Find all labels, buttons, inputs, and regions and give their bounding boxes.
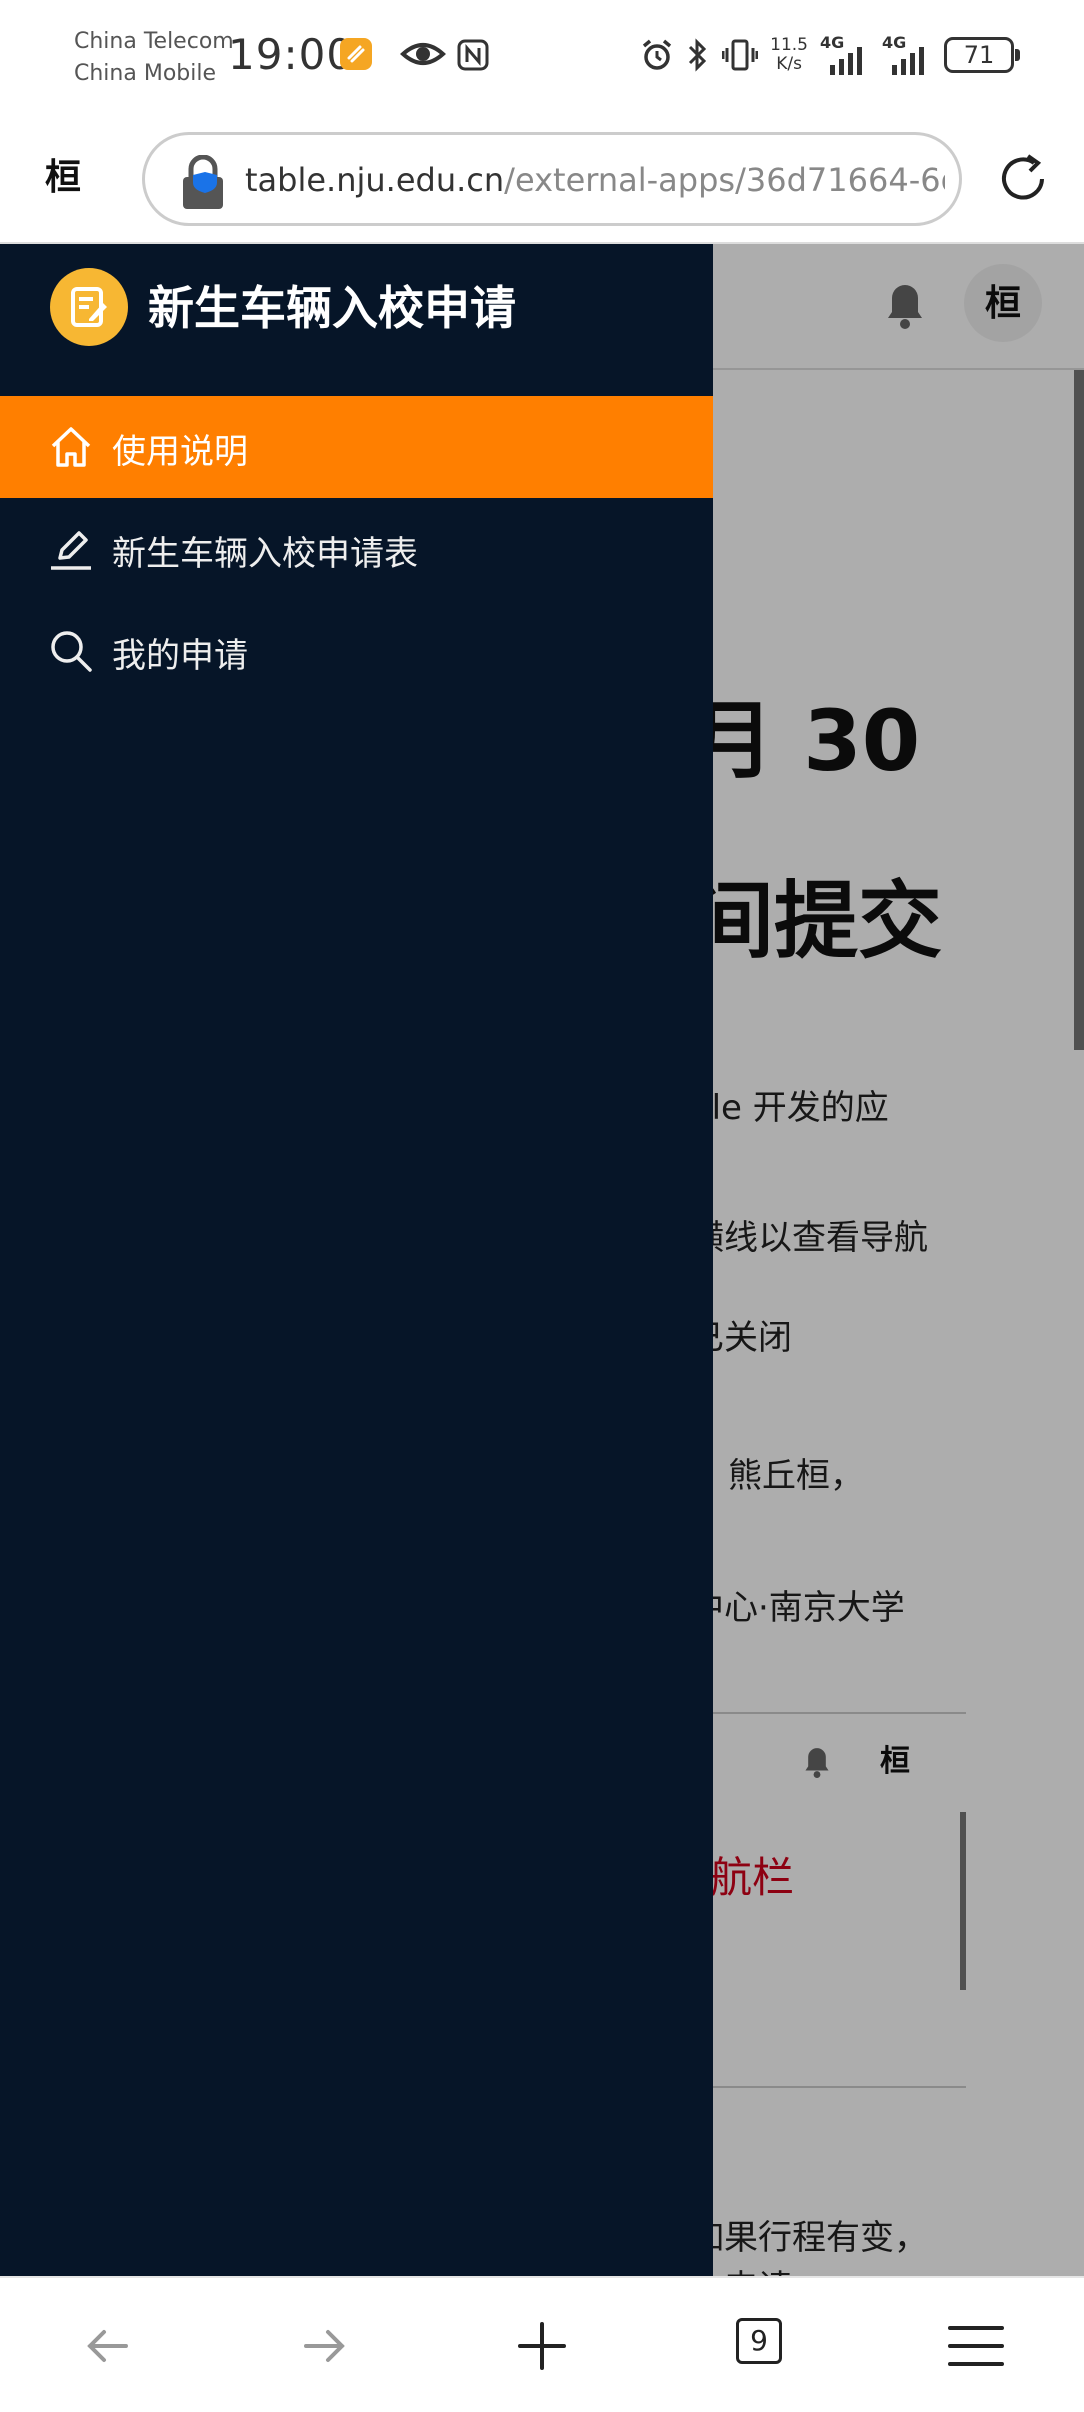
nav-item-label: 新生车辆入校申请表: [112, 534, 418, 574]
nfc-icon: [457, 39, 489, 71]
menu-hamburger-icon[interactable]: [938, 2308, 1014, 2384]
app-logo-icon: [50, 268, 128, 346]
site-favicon[interactable]: 桓: [36, 150, 90, 204]
nav-item-my-applications[interactable]: 我的申请: [0, 600, 713, 702]
eye-icon: [400, 43, 446, 65]
alarm-icon: [643, 39, 672, 70]
forward-arrow-icon[interactable]: [286, 2308, 362, 2384]
tab-switcher-button[interactable]: 9: [736, 2318, 782, 2364]
home-icon: [51, 427, 91, 467]
network-speed-unit: K/s: [776, 54, 802, 74]
url-text: table.nju.edu.cn/external-apps/36d71664-…: [245, 161, 945, 199]
back-arrow-icon[interactable]: [70, 2308, 146, 2384]
new-tab-plus-icon[interactable]: [504, 2308, 580, 2384]
nav-item-label: 我的申请: [112, 636, 248, 676]
browser-address-bar: 桓 table.nju.edu.cn/external-apps/36d7166…: [0, 120, 1084, 244]
signal-bars-icon: [892, 47, 924, 75]
status-bar: China Telecom China Mobile 19:00 11.5 K/…: [0, 0, 1084, 120]
url-field[interactable]: table.nju.edu.cn/external-apps/36d71664-…: [142, 132, 962, 226]
network-speed-value: 11.5: [770, 35, 808, 55]
bluetooth-icon: [689, 38, 707, 72]
url-path: /external-apps/36d71664-6d77-4ab: [504, 161, 945, 199]
carrier-info: China Telecom China Mobile: [74, 26, 234, 90]
drawer-header: 新生车辆入校申请: [0, 244, 713, 396]
nav-item-instructions[interactable]: 使用说明: [0, 396, 713, 498]
network-speed: 11.5 K/s: [770, 36, 808, 74]
nav-item-application-form[interactable]: 新生车辆入校申请表: [0, 498, 713, 600]
signal-2: 4G: [882, 33, 932, 75]
screen: China Telecom China Mobile 19:00 11.5 K/…: [0, 0, 1084, 2412]
signal-bars-icon: [830, 47, 862, 75]
nav-item-label: 使用说明: [112, 432, 248, 472]
secure-lock-icon[interactable]: [179, 155, 227, 211]
reload-icon[interactable]: [994, 150, 1052, 208]
pencil-icon: [51, 531, 91, 570]
url-host: table.nju.edu.cn: [245, 161, 505, 199]
carrier-1: China Telecom: [74, 29, 234, 54]
signal-1: 4G: [820, 33, 870, 75]
navigation-drawer: 新生车辆入校申请 使用说明 新生车辆入校申请表 我的申请: [0, 244, 713, 2276]
status-time: 19:00: [228, 30, 355, 79]
browser-toolbar: 9: [0, 2276, 1084, 2412]
status-icons: 11.5 K/s 4G 4G 71: [640, 32, 1020, 78]
drawer-title: 新生车辆入校申请: [148, 281, 516, 335]
battery-indicator: 71: [944, 37, 1020, 73]
app-notification-icon: [340, 38, 372, 70]
carrier-2: China Mobile: [74, 61, 217, 86]
vibrate-icon: [722, 39, 759, 71]
search-icon: [51, 631, 92, 672]
